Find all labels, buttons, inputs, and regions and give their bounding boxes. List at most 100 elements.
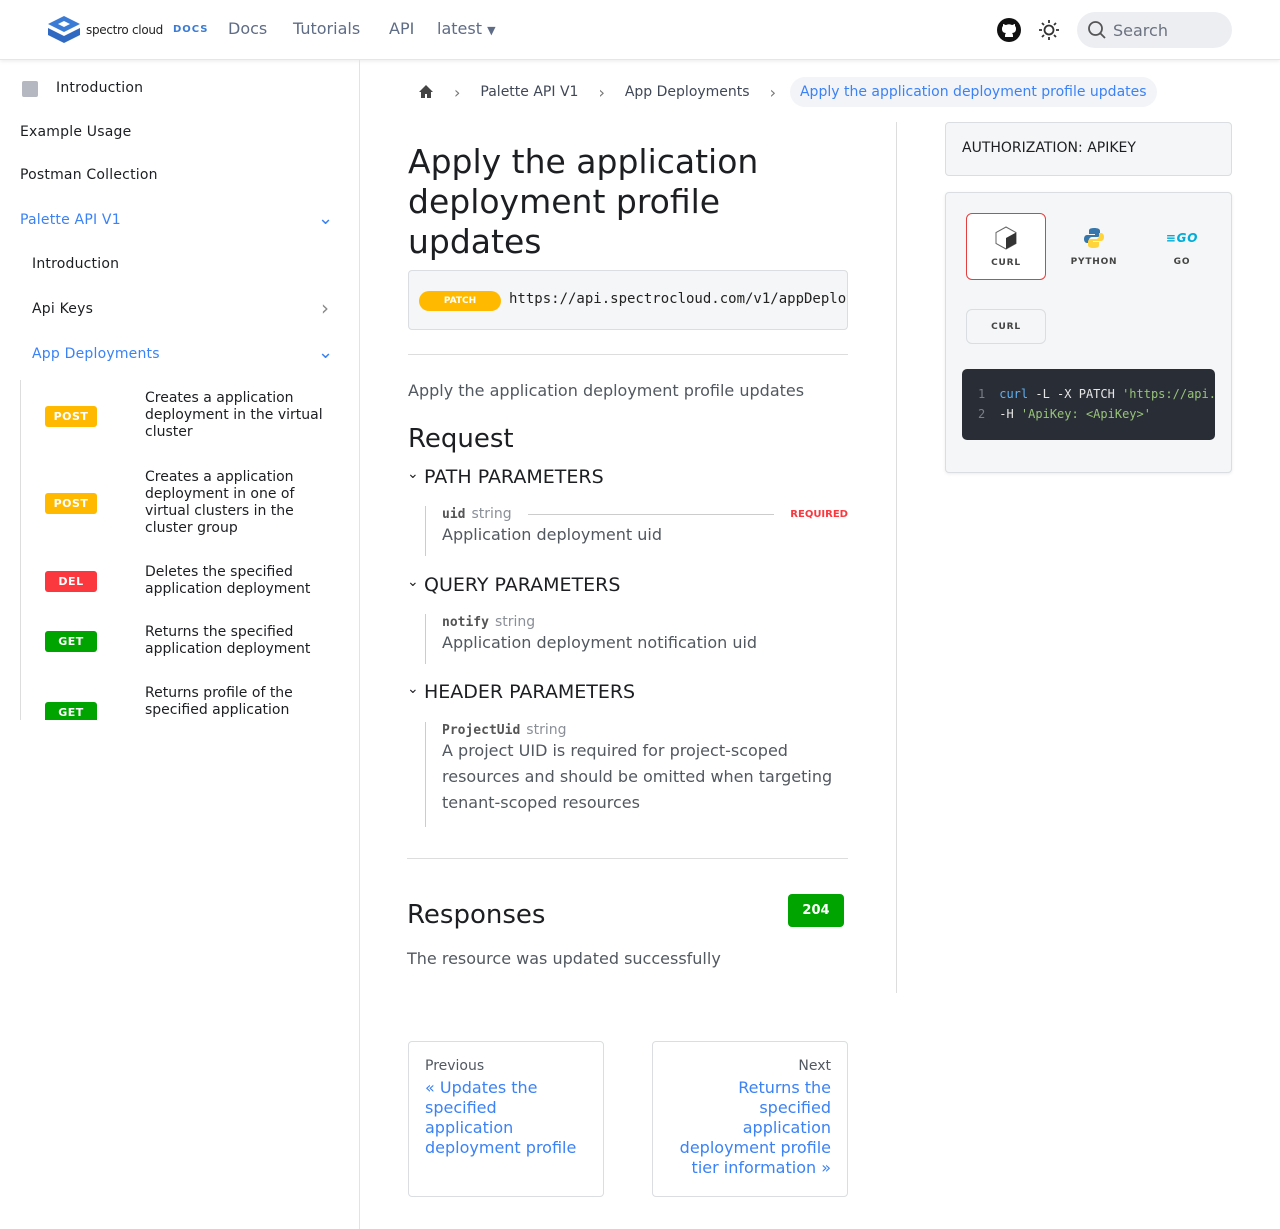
pagination-previous[interactable]: Previous « Updates the specified applica… xyxy=(408,1041,604,1197)
breadcrumb-separator: › xyxy=(598,82,605,102)
method-badge: POST xyxy=(45,493,97,514)
sidebar: Introduction Example Usage Postman Colle… xyxy=(0,60,360,1229)
param-projectuid: ProjectUid string A project UID is requir… xyxy=(425,722,848,827)
lang-label: PYTHON xyxy=(1070,256,1118,267)
chevron-down-icon[interactable]: ⌄ xyxy=(318,208,333,229)
param-name: uid xyxy=(442,506,466,522)
code-token: 'ApiKey: <ApiKey>' xyxy=(1020,407,1151,421)
divider xyxy=(407,858,848,859)
method-badge: DEL xyxy=(45,571,97,592)
endpoint-url-box: PATCH https://api.spectrocloud.com/v1/ap… xyxy=(408,270,848,330)
column-divider xyxy=(896,122,897,993)
version-dropdown[interactable]: latest ▼ xyxy=(437,19,496,38)
authorization-box[interactable]: AUTHORIZATION: APIKEY xyxy=(945,122,1232,176)
chevron-down-icon[interactable]: ⌄ xyxy=(407,681,419,697)
breadcrumb-separator: › xyxy=(454,82,461,102)
param-name: notify xyxy=(442,614,489,630)
page-title: Apply the application deployment profile… xyxy=(408,142,759,261)
param-type: string xyxy=(494,614,536,630)
param-notify: notify string Application deployment noti… xyxy=(425,614,848,664)
theme-toggle-sun-icon[interactable] xyxy=(1038,19,1060,41)
logo-docs: DOCS xyxy=(172,24,209,35)
method-badge: POST xyxy=(45,406,97,427)
param-description: Application deployment uid xyxy=(442,525,663,544)
endpoint-label: Creates a application deployment in one … xyxy=(145,469,295,536)
endpoint-description: Apply the application deployment profile… xyxy=(408,381,805,400)
code-token: -H xyxy=(999,407,1021,421)
param-description: Application deployment notification uid xyxy=(442,633,758,652)
sidebar-item-introduction[interactable]: Introduction xyxy=(56,80,143,96)
method-badge: GET xyxy=(45,631,97,652)
previous-link: « Updates the specified application depl… xyxy=(425,1078,577,1157)
intro-icon xyxy=(22,81,38,97)
endpoint-item[interactable]: GET Returns profile of the specified app… xyxy=(0,680,359,720)
param-type: string xyxy=(526,722,567,738)
chevron-down-icon[interactable]: ⌄ xyxy=(407,574,419,590)
query-params-heading[interactable]: QUERY PARAMETERS xyxy=(424,574,620,596)
go-icon: ≡GO xyxy=(1165,230,1199,245)
spectro-logo-icon xyxy=(48,16,80,43)
breadcrumb: › Palette API V1 › App Deployments › App… xyxy=(418,76,1157,108)
logo-text: spectro cloud xyxy=(86,22,163,37)
param-type: string xyxy=(471,506,512,522)
lang-tab-python[interactable]: PYTHON xyxy=(1054,213,1134,280)
param-name: ProjectUid xyxy=(442,722,521,738)
top-navbar: spectro cloud DOCS Docs Tutorials API la… xyxy=(0,0,1280,60)
breadcrumb-app-deployments[interactable]: App Deployments xyxy=(625,84,750,100)
code-token: curl xyxy=(999,387,1029,401)
param-description: A project UID is required for project-sc… xyxy=(442,741,833,812)
nav-tutorials[interactable]: Tutorials xyxy=(293,19,360,38)
next-link: Returns the specified application deploy… xyxy=(679,1078,831,1177)
search-placeholder: Search xyxy=(1113,20,1168,40)
python-icon xyxy=(1084,227,1104,248)
nav-docs[interactable]: Docs xyxy=(228,19,267,38)
method-badge: PATCH xyxy=(419,291,501,311)
endpoint-label: Creates a application deployment in the … xyxy=(145,390,323,440)
previous-label: Previous xyxy=(425,1058,485,1074)
lang-tab-curl[interactable]: CURL xyxy=(966,213,1046,280)
responses-heading: Responses xyxy=(407,900,546,930)
logo[interactable]: spectro cloud DOCS xyxy=(48,16,209,43)
sidebar-item-api-introduction[interactable]: Introduction xyxy=(32,256,119,272)
version-label: latest xyxy=(437,19,482,38)
chevron-right-icon[interactable]: › xyxy=(321,296,329,320)
chevron-down-icon[interactable]: ⌄ xyxy=(318,342,333,363)
response-description: The resource was updated successfully xyxy=(407,949,721,968)
endpoint-label: Deletes the specified application deploy… xyxy=(145,564,311,597)
search-icon xyxy=(1088,21,1106,39)
nav-tree-line xyxy=(20,380,21,720)
header-params-heading[interactable]: HEADER PARAMETERS xyxy=(424,681,635,703)
lang-tab-go[interactable]: ≡GO GO xyxy=(1142,213,1222,280)
sidebar-item-palette-api-v1[interactable]: Palette API V1 xyxy=(20,212,121,228)
breadcrumb-separator: › xyxy=(769,82,776,102)
lang-label: GO xyxy=(1173,256,1191,267)
lang-label: CURL xyxy=(991,257,1021,268)
code-token: -L -X PATCH xyxy=(1028,387,1123,401)
sidebar-item-postman[interactable]: Postman Collection xyxy=(20,167,158,183)
param-uid: uid string REQUIRED Application deployment… xyxy=(425,506,848,556)
sidebar-item-api-keys[interactable]: Api Keys xyxy=(32,301,93,317)
endpoint-label: Returns the specified application deploy… xyxy=(145,624,311,657)
next-label: Next xyxy=(798,1058,831,1074)
code-token: 'https://api.spectrocloud.com/v1/appDepl… xyxy=(1122,387,1215,401)
breadcrumb-palette-api[interactable]: Palette API V1 xyxy=(480,84,578,100)
home-icon[interactable] xyxy=(418,84,434,100)
sidebar-item-app-deployments[interactable]: App Deployments xyxy=(32,346,160,362)
bash-icon xyxy=(995,225,1017,250)
response-tab-204[interactable]: 204 xyxy=(788,894,844,927)
sidebar-item-example-usage[interactable]: Example Usage xyxy=(20,124,131,140)
variant-tab-curl[interactable]: CURL xyxy=(966,309,1046,344)
breadcrumb-current: Apply the application deployment profile… xyxy=(789,77,1157,107)
search-input[interactable]: Search xyxy=(1077,12,1232,48)
caret-down-icon: ▼ xyxy=(487,24,496,37)
chevron-down-icon[interactable]: ⌄ xyxy=(407,466,419,482)
pagination-next[interactable]: Next Returns the specified application d… xyxy=(652,1041,848,1197)
path-params-heading[interactable]: PATH PARAMETERS xyxy=(424,466,604,488)
required-badge: REQUIRED xyxy=(790,508,848,520)
divider xyxy=(408,354,848,355)
nav-api[interactable]: API xyxy=(389,19,414,38)
code-block[interactable]: 1curl -L -X PATCH 'https://api.spectrocl… xyxy=(962,369,1215,440)
method-badge: GET xyxy=(45,702,97,720)
request-heading: Request xyxy=(408,424,514,454)
github-icon[interactable] xyxy=(997,18,1021,42)
